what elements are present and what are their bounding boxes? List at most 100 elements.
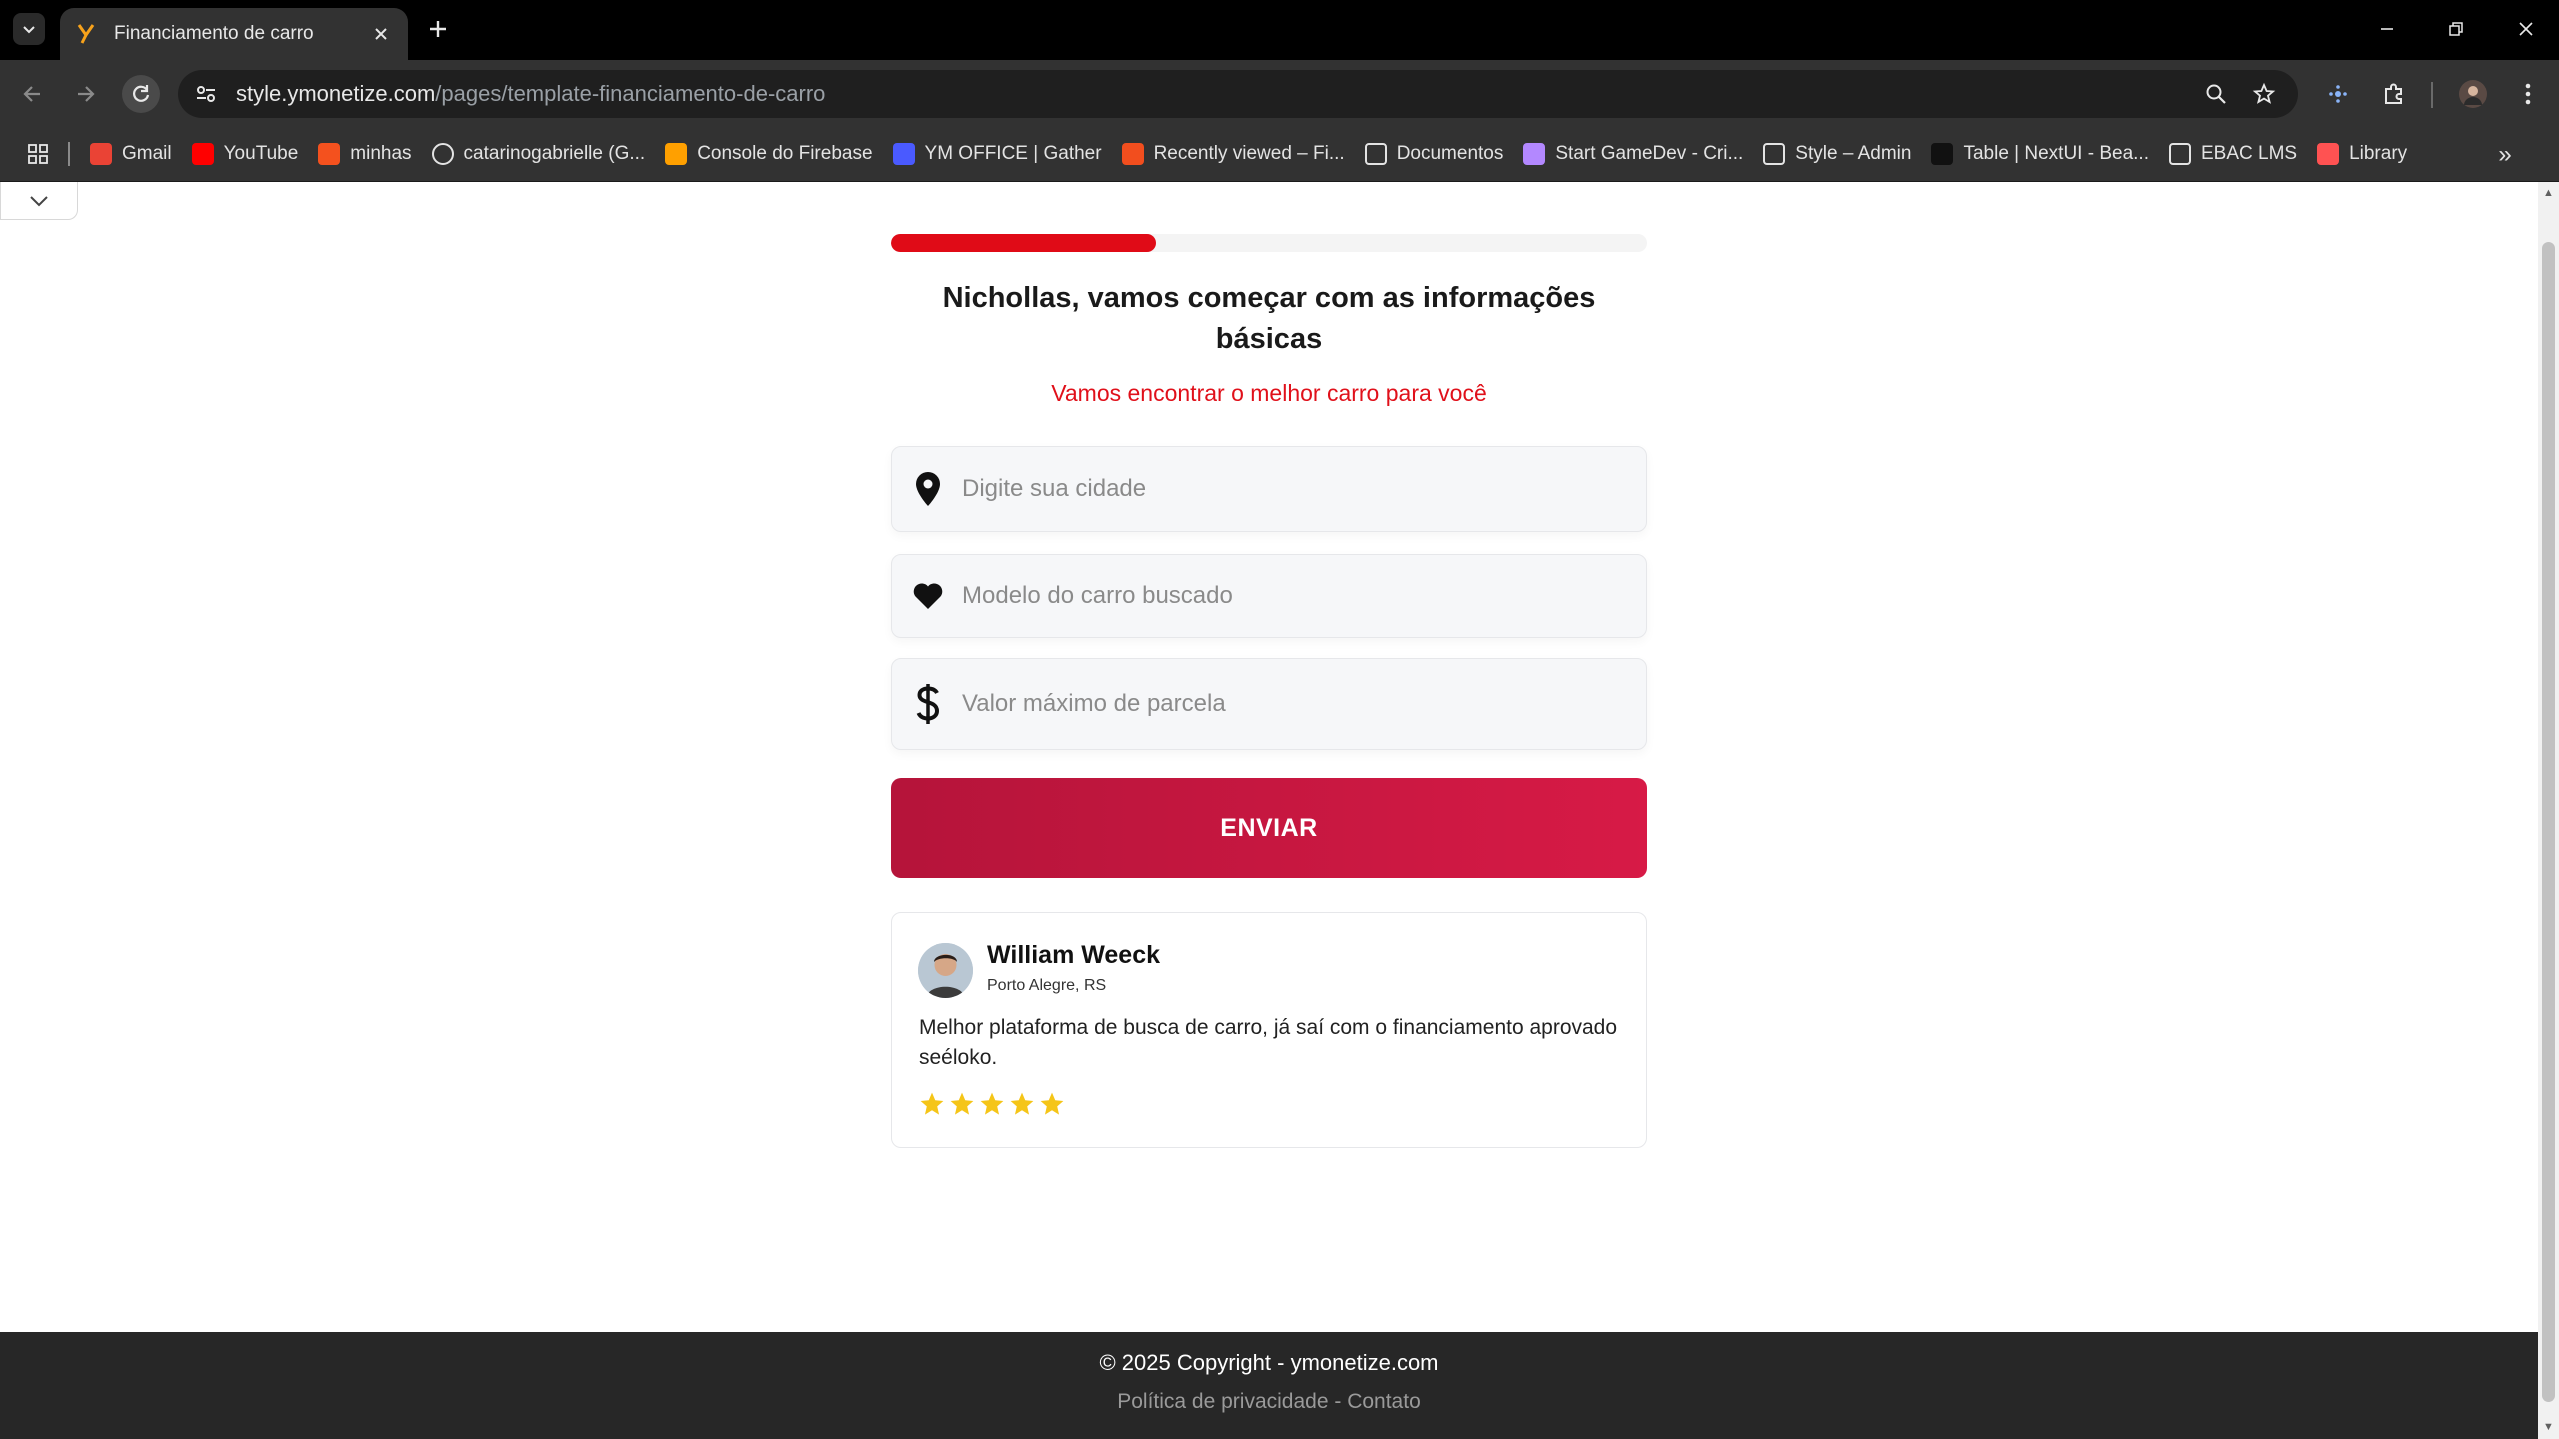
reload-button[interactable]: [122, 75, 160, 113]
bookmarks-bar: Gmail YouTube minhas catarinogabrielle (G..…: [0, 127, 2559, 182]
bookmark-item[interactable]: Library: [2307, 134, 2417, 174]
fire-icon: [318, 143, 341, 165]
bookmark-label: Gmail: [122, 143, 172, 164]
ebac-icon: [2168, 143, 2191, 165]
extensions-puzzle-icon[interactable]: [2374, 74, 2414, 114]
star-icon: [1010, 1092, 1034, 1115]
star-icon: [980, 1092, 1004, 1115]
back-button[interactable]: [14, 75, 52, 113]
bookmark-label: Start GameDev - Cri...: [1555, 143, 1744, 164]
bookmark-label: YM OFFICE | Gather: [924, 143, 1102, 164]
library-icon: [2317, 143, 2340, 165]
more-bookmarks-icon[interactable]: »: [2485, 135, 2525, 175]
bookmark-item[interactable]: minhas: [308, 134, 421, 174]
reviewer-city: Porto Alegre, RS: [987, 977, 1107, 994]
bookmark-item[interactable]: EBAC LMS: [2159, 134, 2307, 174]
installment-field[interactable]: [891, 658, 1647, 750]
city-input[interactable]: [962, 475, 1646, 503]
testimonial-card: William Weeck Porto Alegre, RS Melhor pl…: [891, 912, 1647, 1148]
scrollbar-thumb[interactable]: [2542, 242, 2555, 1402]
copyright-text: © 2025 Copyright - ymonetize.com: [1099, 1350, 1439, 1375]
bookmarks-separator: [68, 142, 70, 166]
bookmark-item[interactable]: YouTube: [182, 134, 309, 174]
contact-link[interactable]: Contato: [1347, 1390, 1421, 1413]
car-model-field[interactable]: [891, 554, 1647, 638]
bookmark-item[interactable]: Table | NextUI - Bea...: [1921, 134, 2159, 174]
star-icon: [1040, 1092, 1064, 1115]
apps-grid-icon[interactable]: [18, 134, 58, 174]
gather-icon: [892, 143, 915, 165]
bookmark-item[interactable]: Recently viewed – Fi...: [1112, 134, 1355, 174]
new-tab-button[interactable]: [423, 14, 453, 44]
bookmark-label: Documentos: [1396, 143, 1504, 164]
close-window-button[interactable]: [2511, 14, 2541, 44]
star-rating: [919, 1091, 1065, 1117]
browser-toolbar: style.ymonetize.com/pages/template-finan…: [0, 60, 2559, 127]
scroll-down-arrow-icon[interactable]: ▼: [2542, 1420, 2555, 1434]
close-icon[interactable]: [368, 21, 394, 47]
gamedev-icon: [1523, 143, 1546, 165]
reviewer-name: William Weeck: [987, 941, 1160, 969]
map-pin-icon: [908, 469, 948, 509]
browser-tabstrip: Financiamento de carro: [0, 0, 2559, 60]
nextui-icon: [1931, 143, 1954, 165]
minimize-button[interactable]: [2372, 14, 2402, 44]
bookmark-item[interactable]: Style – Admin: [1753, 134, 1921, 174]
review-text: Melhor plataforma de busca de carro, já …: [919, 1016, 1618, 1069]
city-field[interactable]: [891, 446, 1647, 532]
tab-search-button[interactable]: [13, 13, 45, 45]
bookmark-item[interactable]: Gmail: [80, 134, 182, 174]
site-info-icon[interactable]: [186, 74, 226, 114]
url-path: /pages/template-financiamento-de-carro: [435, 81, 826, 106]
browser-tab-active[interactable]: Financiamento de carro: [60, 8, 408, 60]
menu-kebab-icon[interactable]: [2508, 74, 2548, 114]
star-icon: [950, 1092, 974, 1115]
style-icon: [1763, 143, 1786, 165]
scroll-up-arrow-icon[interactable]: ▲: [2542, 186, 2555, 200]
bookmark-item[interactable]: catarinogabrielle (G...: [422, 134, 656, 174]
chevron-down-icon: [23, 26, 35, 34]
bookmark-label: EBAC LMS: [2200, 143, 2298, 164]
toolbar-divider: [2431, 82, 2433, 108]
bookmark-star-icon[interactable]: [2244, 74, 2284, 114]
minimize-icon: [2381, 28, 2393, 30]
arrow-left-icon: [23, 86, 40, 102]
collapse-toggle[interactable]: [0, 182, 78, 220]
privacy-link[interactable]: Política de privacidade: [1117, 1390, 1328, 1413]
bookmark-label: Recently viewed – Fi...: [1153, 143, 1345, 164]
bookmark-label: Console do Firebase: [697, 143, 873, 164]
chevron-down-icon: [30, 195, 48, 206]
extension-spark-icon[interactable]: [2318, 74, 2358, 114]
bookmark-item[interactable]: YM OFFICE | Gather: [883, 134, 1112, 174]
reload-icon: [133, 85, 150, 102]
bookmark-item[interactable]: Start GameDev - Cri...: [1513, 134, 1753, 174]
car-model-input[interactable]: [962, 582, 1646, 610]
installment-input[interactable]: [962, 690, 1646, 718]
page-subtitle: Vamos encontrar o melhor carro para você: [1051, 380, 1487, 406]
bookmark-item[interactable]: Console do Firebase: [655, 134, 882, 174]
dollar-icon: [908, 684, 948, 724]
profile-avatar[interactable]: [2453, 74, 2493, 114]
tab-title: Financiamento de carro: [114, 23, 314, 44]
star-icon: [920, 1092, 944, 1115]
page-title: Nichollas, vamos começar com as informaç…: [942, 282, 1596, 355]
arrow-right-icon: [78, 86, 95, 102]
gmail-icon: [90, 143, 112, 165]
vertical-scrollbar[interactable]: ▲ ▼: [2538, 182, 2559, 1439]
forward-button[interactable]: [66, 75, 104, 113]
youtube-icon: [191, 143, 214, 165]
submit-button[interactable]: ENVIAR: [891, 778, 1647, 878]
zoom-icon[interactable]: [2196, 74, 2236, 114]
restore-button[interactable]: [2441, 14, 2471, 44]
firebase-icon: [665, 143, 688, 165]
url-text: style.ymonetize.com/pages/template-finan…: [236, 81, 825, 107]
ymonetize-favicon-icon: [74, 22, 98, 46]
avatar: [918, 943, 973, 998]
url-domain: style.ymonetize.com: [236, 81, 436, 106]
page-footer: © 2025 Copyright - ymonetize.com Polític…: [0, 1332, 2538, 1439]
bookmark-label: minhas: [350, 143, 412, 164]
bookmark-label: YouTube: [223, 143, 299, 164]
progress-bar: [891, 234, 1647, 252]
bookmark-item[interactable]: Documentos: [1355, 134, 1514, 174]
address-bar[interactable]: style.ymonetize.com/pages/template-finan…: [178, 70, 2298, 118]
